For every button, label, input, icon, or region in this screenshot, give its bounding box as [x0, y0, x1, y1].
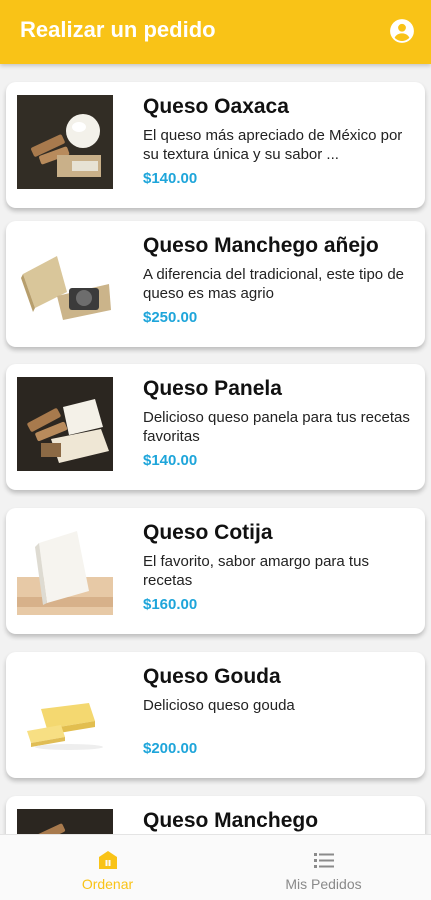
product-name: Queso Manchego añejo [143, 234, 379, 257]
app-bar: Realizar un pedido [0, 0, 431, 64]
app-screen: Realizar un pedido Queso Oaxaca El queso… [0, 0, 431, 900]
product-card[interactable]: Queso Gouda Delicioso queso gouda $200.0… [6, 652, 425, 778]
product-price: $140.00 [143, 452, 198, 469]
bottom-navigation: Ordenar Mis Pedidos [0, 834, 431, 900]
product-image [17, 234, 113, 328]
product-card[interactable]: Queso Manchego [6, 796, 425, 834]
product-description: El favorito, sabor amargo para tus recet… [143, 553, 369, 589]
product-description: Delicioso queso gouda [143, 697, 295, 714]
product-price: $140.00 [143, 170, 198, 187]
product-image [17, 665, 113, 759]
list-icon [313, 853, 334, 868]
product-card[interactable]: Queso Panela Delicioso queso panela para… [6, 364, 425, 490]
product-name: Queso Oaxaca [143, 95, 289, 118]
product-image [17, 809, 113, 834]
product-price: $250.00 [143, 309, 198, 326]
product-image [17, 377, 113, 471]
nav-label-mis-pedidos: Mis Pedidos [285, 876, 362, 892]
nav-label-ordenar: Ordenar [81, 876, 134, 892]
product-name: Queso Gouda [143, 665, 281, 688]
nav-item-mis-pedidos[interactable]: Mis Pedidos [216, 835, 431, 900]
product-description: A diferencia del tradicional, este tipo … [143, 266, 404, 302]
product-name: Queso Manchego [143, 809, 319, 832]
product-price: $200.00 [143, 740, 198, 757]
product-description: El queso más apreciado de México por su … [143, 127, 403, 163]
account-circle-icon[interactable] [389, 18, 415, 44]
product-description: Delicioso queso panela para tus recetas … [143, 409, 410, 445]
store-icon [98, 851, 117, 869]
page-title: Realizar un pedido [20, 17, 216, 42]
product-card[interactable]: Queso Manchego añejo A diferencia del tr… [6, 221, 425, 347]
product-name: Queso Panela [143, 377, 282, 400]
product-price: $160.00 [143, 596, 198, 613]
product-list[interactable]: Queso Oaxaca El queso más apreciado de M… [0, 64, 431, 834]
product-image [17, 521, 113, 615]
product-image [17, 95, 113, 189]
nav-item-ordenar[interactable]: Ordenar [0, 835, 215, 900]
product-card[interactable]: Queso Oaxaca El queso más apreciado de M… [6, 82, 425, 208]
product-name: Queso Cotija [143, 521, 273, 544]
product-card[interactable]: Queso Cotija El favorito, sabor amargo p… [6, 508, 425, 634]
